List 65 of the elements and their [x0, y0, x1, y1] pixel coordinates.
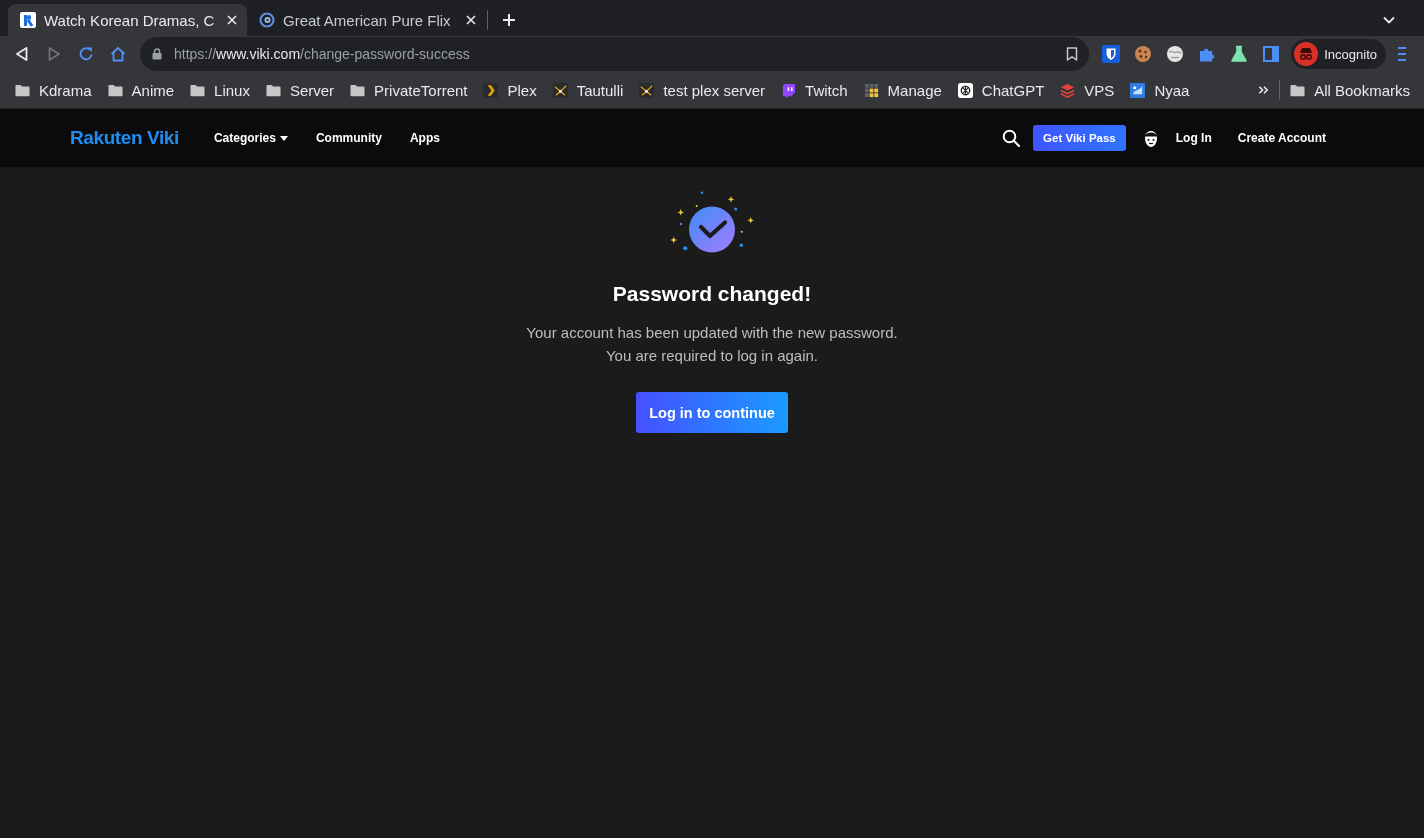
back-icon[interactable] [14, 46, 30, 62]
cookie-icon[interactable] [1134, 45, 1153, 63]
new-tab-icon[interactable] [502, 13, 516, 27]
close-icon[interactable] [466, 15, 476, 25]
globe-icon[interactable] [1166, 45, 1185, 63]
login-button[interactable]: Log in to continue [636, 392, 788, 433]
speech-bubble-icon [781, 82, 797, 98]
shield-icon[interactable] [1102, 45, 1121, 63]
lock-icon [152, 48, 162, 60]
nav-link[interactable]: Apps [409, 131, 440, 145]
favicon-icon [20, 12, 36, 28]
image-tile-icon [1130, 82, 1146, 98]
layers-icon [1060, 82, 1076, 98]
side-panel-icon[interactable] [1262, 45, 1281, 63]
menu-icon[interactable] [1396, 46, 1408, 62]
bookmark-folder[interactable]: All Bookmarks [1282, 76, 1418, 104]
create-account-link[interactable]: Create Account [1237, 131, 1326, 145]
bookmark-item[interactable]: Twitch [773, 76, 856, 104]
spy-avatar-icon [1294, 42, 1319, 66]
bookmark-folder[interactable]: Server [257, 76, 343, 104]
crossed-lines-icon [552, 82, 568, 98]
wheel-icon [957, 82, 973, 98]
swirl-icon [259, 12, 275, 28]
chevron-icon [483, 82, 499, 98]
double-chevron-icon[interactable] [1258, 85, 1270, 95]
bookmark-folder[interactable]: Anime [99, 76, 183, 104]
address-bar[interactable]: https://www.viki.com/change-password-success [140, 37, 1090, 71]
bookmark-folder[interactable]: PrivateTorrent [342, 76, 476, 104]
close-icon[interactable] [227, 15, 237, 25]
browser-tab[interactable]: Watch Korean Dramas, C [8, 4, 247, 36]
success-title: Password changed! [612, 281, 812, 307]
bookmark-folder[interactable]: Kdrama [7, 76, 100, 104]
folder-icon [350, 82, 366, 98]
folder-icon [107, 82, 123, 98]
bookmark-item[interactable]: Nyaa [1122, 76, 1198, 104]
folder-icon [1290, 82, 1306, 98]
site-logo[interactable]: Rakuten Viki [70, 127, 179, 149]
chevron-down-icon[interactable] [1383, 16, 1395, 24]
avatar-icon[interactable] [1142, 128, 1159, 148]
message-text: Your account has been updated with the new password. [526, 323, 898, 343]
bookmark-folder[interactable]: Linux [182, 76, 258, 104]
bookmark-item[interactable]: Tautulli [544, 76, 632, 104]
reload-icon[interactable] [78, 46, 94, 62]
nav-link[interactable]: Categories [213, 131, 288, 145]
get-pass-button[interactable]: Get Viki Pass [1033, 125, 1126, 151]
bookmark-item[interactable]: VPS [1052, 76, 1123, 104]
folder-icon [190, 82, 206, 98]
bookmark-item[interactable]: Plex [475, 76, 545, 104]
flask-icon[interactable] [1230, 45, 1249, 63]
url-text: https://www.viki.com/change-password-success [174, 46, 471, 62]
folder-icon [265, 82, 281, 98]
login-link[interactable]: Log In [1175, 131, 1212, 145]
bookmark-item[interactable]: Manage [855, 76, 950, 104]
grid-icon [863, 82, 879, 98]
bookmark-item[interactable]: test plex server [631, 76, 774, 104]
browser-tab[interactable]: Great American Pure Flix [247, 4, 486, 36]
bookmark-item[interactable]: ChatGPT [949, 76, 1053, 104]
message-text: You are required to log in again. [605, 346, 819, 366]
search-icon[interactable] [1002, 129, 1021, 147]
crossed-lines-icon [639, 82, 655, 98]
bookmark-icon[interactable] [1066, 47, 1079, 61]
folder-icon [15, 82, 30, 98]
nav-link[interactable]: Community [315, 131, 382, 145]
profile-button[interactable]: Incognito [1291, 39, 1386, 69]
home-icon[interactable] [110, 46, 126, 62]
